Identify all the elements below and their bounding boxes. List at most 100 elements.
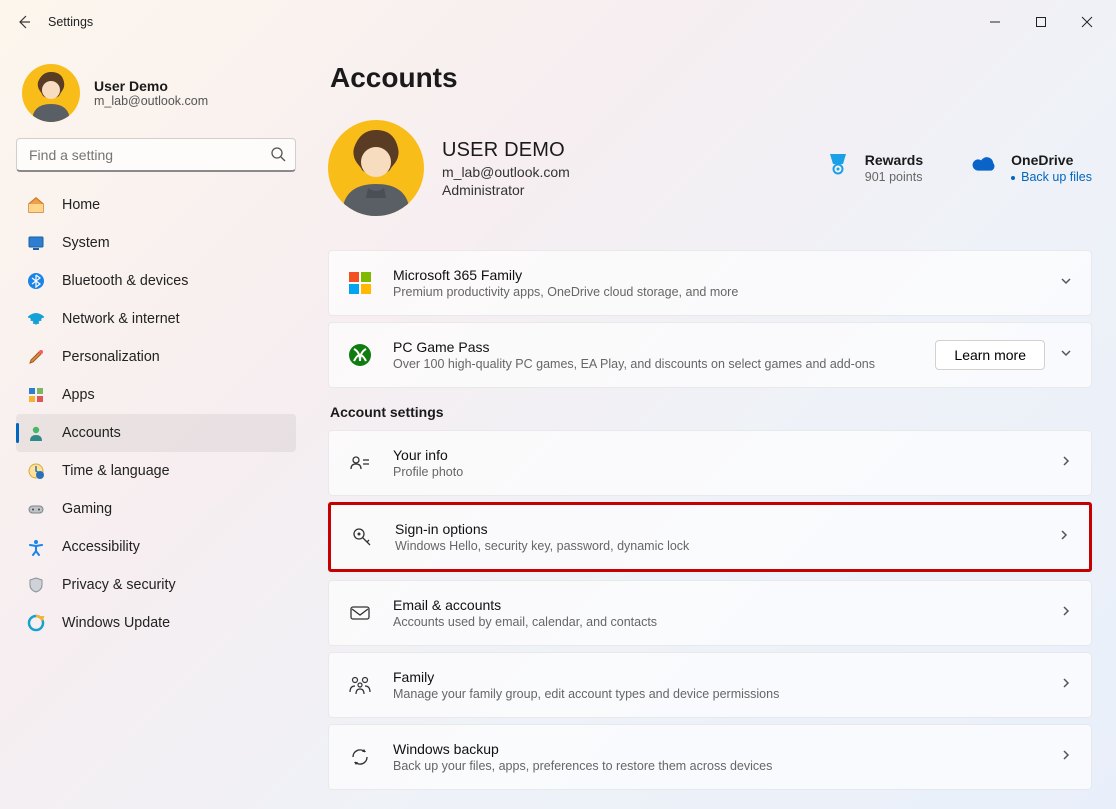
nav-label: Accounts <box>62 425 121 441</box>
onedrive-tile[interactable]: OneDrive Back up files <box>971 152 1092 184</box>
shield-icon <box>26 575 46 595</box>
home-icon <box>26 195 46 215</box>
nav-label: System <box>62 235 110 251</box>
nav-label: Time & language <box>62 463 170 479</box>
bluetooth-icon <box>26 271 46 291</box>
nav-apps[interactable]: Apps <box>16 376 296 414</box>
apps-icon <box>26 385 46 405</box>
title-bar: Settings <box>0 0 1116 44</box>
sidebar-user-email: m_lab@outlook.com <box>94 94 208 108</box>
rewards-title: Rewards <box>865 152 923 168</box>
clock-globe-icon <box>26 461 46 481</box>
card-email-accounts[interactable]: Email & accounts Accounts used by email,… <box>328 580 1092 646</box>
avatar <box>22 64 80 122</box>
card-title: Windows backup <box>393 741 772 757</box>
card-sub: Back up your files, apps, preferences to… <box>393 759 772 773</box>
cloud-icon <box>971 152 997 178</box>
onedrive-title: OneDrive <box>1011 152 1092 168</box>
nav-accounts[interactable]: Accounts <box>16 414 296 452</box>
card-sub: Manage your family group, edit account t… <box>393 687 779 701</box>
gamepad-icon <box>26 499 46 519</box>
card-sub: Over 100 high-quality PC games, EA Play,… <box>393 357 875 371</box>
card-title: Sign-in options <box>395 521 689 537</box>
card-gamepass[interactable]: PC Game Pass Over 100 high-quality PC ga… <box>328 322 1092 388</box>
section-label: Account settings <box>330 404 1092 420</box>
search-input[interactable] <box>16 138 296 172</box>
chevron-right-icon <box>1059 454 1073 473</box>
highlighted-sign-in-options: Sign-in options Windows Hello, security … <box>328 502 1092 572</box>
card-your-info[interactable]: Your info Profile photo <box>328 430 1092 496</box>
nav-bluetooth[interactable]: Bluetooth & devices <box>16 262 296 300</box>
search-box[interactable] <box>16 138 296 172</box>
avatar-large[interactable] <box>328 120 424 216</box>
card-windows-backup[interactable]: Windows backup Back up your files, apps,… <box>328 724 1092 790</box>
account-header: USER DEMO m_lab@outlook.com Administrato… <box>328 120 1092 216</box>
maximize-button[interactable] <box>1018 6 1064 38</box>
account-email: m_lab@outlook.com <box>442 164 570 180</box>
account-name: USER DEMO <box>442 139 570 162</box>
card-sign-in-options[interactable]: Sign-in options Windows Hello, security … <box>331 505 1089 569</box>
nav-list: Home System Bluetooth & devices Network … <box>16 186 296 642</box>
person-card-icon <box>347 450 373 476</box>
wifi-icon <box>26 309 46 329</box>
nav-label: Windows Update <box>62 615 170 631</box>
sync-icon <box>347 744 373 770</box>
card-family[interactable]: Family Manage your family group, edit ac… <box>328 652 1092 718</box>
chevron-right-icon <box>1059 604 1073 623</box>
mail-icon <box>347 600 373 626</box>
main-content: Accounts USER DEMO m_lab@outlook.com Adm… <box>312 44 1116 809</box>
rewards-tile[interactable]: Rewards 901 points <box>825 152 923 184</box>
nav-network[interactable]: Network & internet <box>16 300 296 338</box>
nav-label: Accessibility <box>62 539 140 555</box>
nav-accessibility[interactable]: Accessibility <box>16 528 296 566</box>
nav-windows-update[interactable]: Windows Update <box>16 604 296 642</box>
nav-label: Privacy & security <box>62 577 176 593</box>
nav-time-language[interactable]: Time & language <box>16 452 296 490</box>
nav-personalization[interactable]: Personalization <box>16 338 296 376</box>
card-sub: Profile photo <box>393 465 463 479</box>
nav-gaming[interactable]: Gaming <box>16 490 296 528</box>
nav-privacy[interactable]: Privacy & security <box>16 566 296 604</box>
back-button[interactable] <box>6 4 42 40</box>
rewards-icon <box>825 152 851 178</box>
nav-system[interactable]: System <box>16 224 296 262</box>
nav-label: Network & internet <box>62 311 180 327</box>
nav-label: Gaming <box>62 501 112 517</box>
nav-label: Personalization <box>62 349 160 365</box>
learn-more-button[interactable]: Learn more <box>935 340 1045 370</box>
person-icon <box>26 423 46 443</box>
card-title: Microsoft 365 Family <box>393 267 738 283</box>
rewards-sub: 901 points <box>865 170 923 184</box>
sidebar-user-name: User Demo <box>94 78 208 94</box>
search-icon <box>270 146 286 167</box>
nav-label: Home <box>62 197 100 213</box>
page-title: Accounts <box>330 62 1092 94</box>
minimize-button[interactable] <box>972 6 1018 38</box>
card-sub: Accounts used by email, calendar, and co… <box>393 615 657 629</box>
nav-label: Bluetooth & devices <box>62 273 188 289</box>
xbox-icon <box>347 342 373 368</box>
window-controls <box>972 6 1110 38</box>
card-m365[interactable]: Microsoft 365 Family Premium productivit… <box>328 250 1092 316</box>
key-icon <box>349 524 375 550</box>
chevron-right-icon <box>1059 748 1073 767</box>
chevron-right-icon <box>1059 676 1073 695</box>
card-sub: Windows Hello, security key, password, d… <box>395 539 689 553</box>
window-title: Settings <box>48 15 93 29</box>
account-info: USER DEMO m_lab@outlook.com Administrato… <box>442 139 570 198</box>
family-icon <box>347 672 373 698</box>
chevron-right-icon <box>1057 528 1071 547</box>
chevron-down-icon <box>1059 274 1073 293</box>
chevron-down-icon <box>1059 346 1073 365</box>
close-button[interactable] <box>1064 6 1110 38</box>
sidebar: User Demo m_lab@outlook.com Home System … <box>0 44 312 809</box>
nav-label: Apps <box>62 387 95 403</box>
onedrive-sub: Back up files <box>1011 170 1092 184</box>
sidebar-user-block[interactable]: User Demo m_lab@outlook.com <box>16 54 296 138</box>
account-role: Administrator <box>442 182 570 198</box>
nav-home[interactable]: Home <box>16 186 296 224</box>
microsoft-logo-icon <box>347 270 373 296</box>
system-icon <box>26 233 46 253</box>
update-icon <box>26 613 46 633</box>
card-title: Your info <box>393 447 463 463</box>
